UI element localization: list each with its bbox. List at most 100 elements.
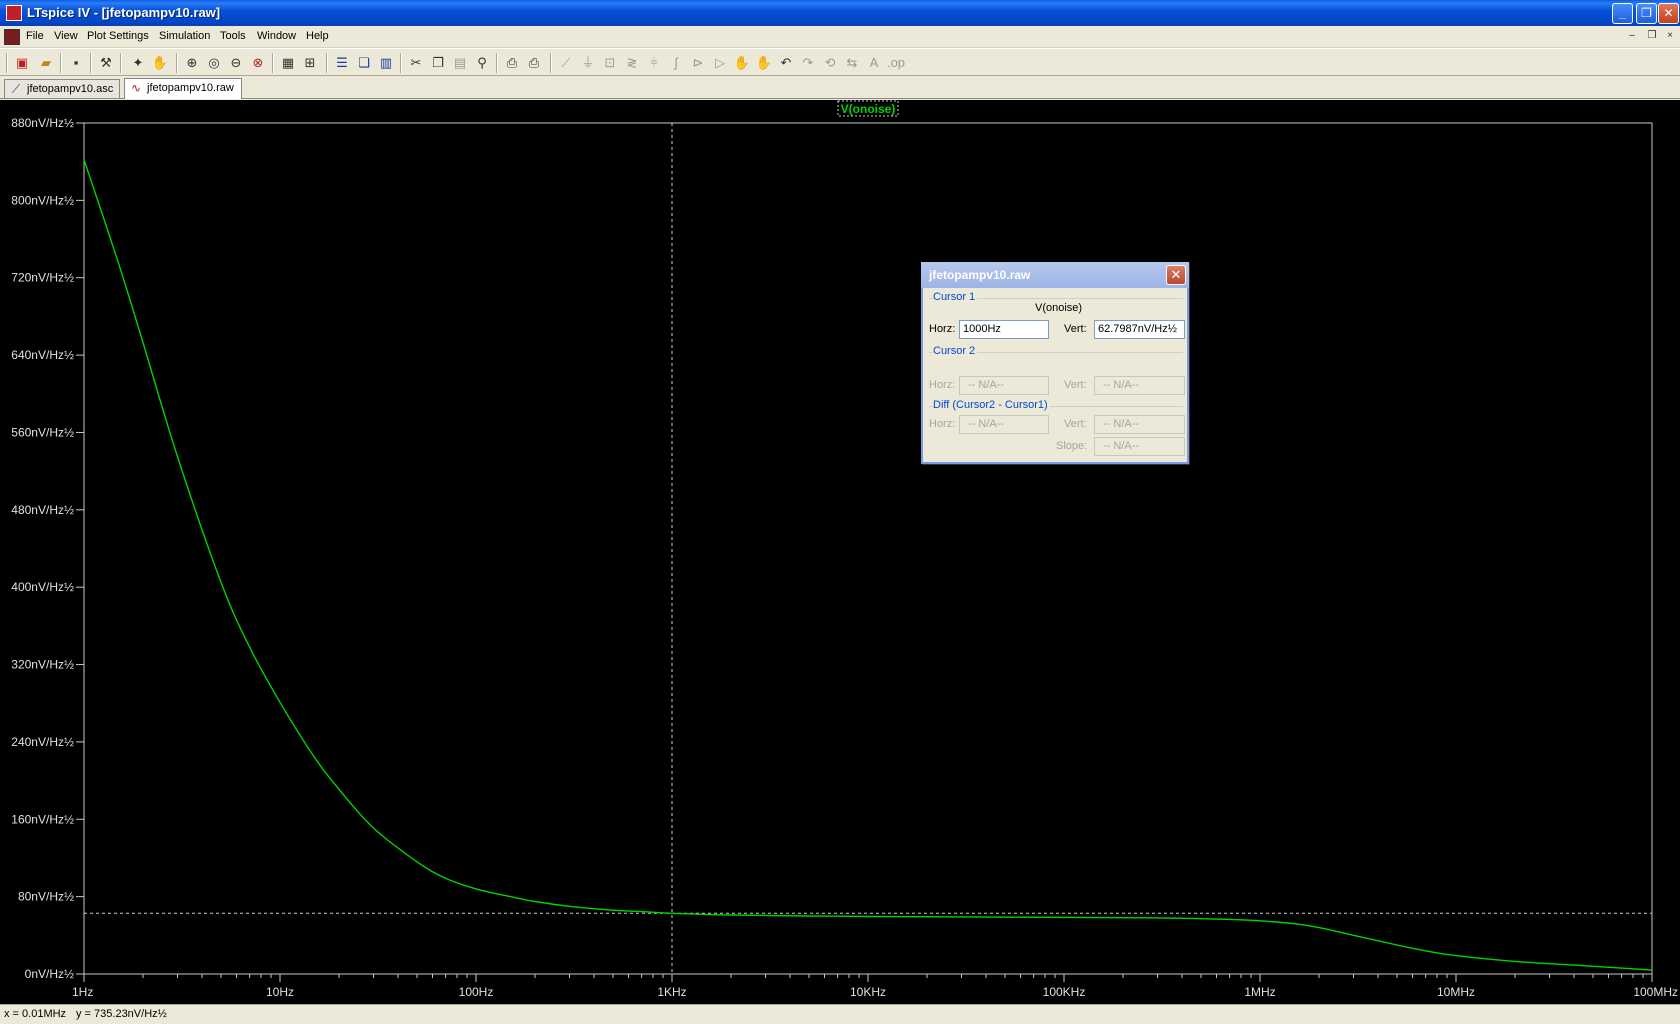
- diode-icon[interactable]: ⊳: [688, 53, 708, 73]
- y-tick-label: 480nV/Hz½: [11, 503, 74, 517]
- zoom-out-icon[interactable]: ⊖: [226, 53, 246, 73]
- label-net-icon[interactable]: ⊡: [600, 53, 620, 73]
- autorange-icon[interactable]: ▦: [278, 53, 298, 73]
- y-tick-label: 640nV/Hz½: [11, 348, 74, 362]
- run-icon[interactable]: ✦: [128, 53, 148, 73]
- document-icon[interactable]: [4, 29, 20, 45]
- zoom-full-icon[interactable]: ⊗: [248, 53, 268, 73]
- ltspice-app-icon[interactable]: [6, 5, 22, 21]
- y-tick-label: 720nV/Hz½: [11, 271, 74, 285]
- rotate-icon[interactable]: ⟲: [820, 53, 840, 73]
- y-tick-label: 240nV/Hz½: [11, 735, 74, 749]
- cursor-dialog: jfetopampv10.raw ✕ Cursor 1 V(onoise) Ho…: [921, 262, 1189, 464]
- pan-icon[interactable]: ◎: [204, 53, 224, 73]
- drag-icon[interactable]: ✋: [754, 53, 774, 73]
- undo-icon[interactable]: ↶: [776, 53, 796, 73]
- toolbar-separator: [550, 53, 552, 73]
- diff-vert-field: -- N/A--: [1094, 415, 1185, 434]
- menu-window[interactable]: Window: [257, 30, 296, 42]
- ground-icon[interactable]: ⏚: [578, 53, 598, 73]
- cursor2-vert-field: -- N/A--: [1094, 376, 1185, 395]
- waveform-plot-pane[interactable]: 0nV/Hz½ 80nV/Hz½ 160nV/Hz½ 240nV/Hz½ 320nV/H…: [0, 100, 1680, 1004]
- cursor1-horz-field[interactable]: 1000Hz: [959, 320, 1049, 339]
- mdi-close-button[interactable]: ×: [1662, 29, 1678, 44]
- diff-slope-label: Slope:: [1056, 440, 1088, 452]
- component-icon[interactable]: ▷: [710, 53, 730, 73]
- wire-icon[interactable]: ⟋: [556, 53, 576, 73]
- halt-icon[interactable]: ✋: [150, 53, 170, 73]
- toolbar-separator: [6, 53, 8, 73]
- save-icon[interactable]: ▪: [66, 53, 86, 73]
- tab-waveform[interactable]: ∿ jfetopampv10.raw: [124, 78, 242, 99]
- y-tick-label: 800nV/Hz½: [11, 193, 74, 207]
- menu-tools[interactable]: Tools: [220, 30, 246, 42]
- noise-plot-chart[interactable]: 0nV/Hz½ 80nV/Hz½ 160nV/Hz½ 240nV/Hz½ 320nV/H…: [0, 100, 1680, 1004]
- find-icon[interactable]: ⚲: [472, 53, 492, 73]
- toolbar-separator: [176, 53, 178, 73]
- title-bar: LTspice IV - [jfetopampv10.raw] _ ❐ ✕: [0, 0, 1680, 26]
- mirror-icon[interactable]: ⇆: [842, 53, 862, 73]
- cursor-dialog-title-bar[interactable]: jfetopampv10.raw ✕: [921, 262, 1189, 288]
- probe-icon[interactable]: ⊞: [300, 53, 320, 73]
- new-schematic-icon[interactable]: ▣: [12, 53, 32, 73]
- copy-icon[interactable]: ❐: [428, 53, 448, 73]
- toolbar-separator: [272, 53, 274, 73]
- close-window-button[interactable]: ✕: [1658, 3, 1679, 24]
- cursor1-vert-field[interactable]: 62.7987nV/Hz½: [1094, 320, 1185, 339]
- cut-icon[interactable]: ✂: [406, 53, 426, 73]
- redo-icon[interactable]: ↷: [798, 53, 818, 73]
- menu-help[interactable]: Help: [306, 30, 329, 42]
- cursor2-horz-label: Horz:: [929, 379, 956, 391]
- move-icon[interactable]: ✋: [732, 53, 752, 73]
- status-y-readout: y = 735.23nV/Hz½: [76, 1008, 167, 1020]
- text-icon[interactable]: A: [864, 53, 884, 73]
- tab-schematic[interactable]: ⟋ jfetopampv10.asc: [4, 79, 120, 98]
- cursor-dialog-close-button[interactable]: ✕: [1166, 265, 1186, 285]
- print-setup-icon[interactable]: ⎙: [502, 53, 522, 73]
- y-tick-label: 160nV/Hz½: [11, 812, 74, 826]
- diff-horz-label: Horz:: [929, 418, 956, 430]
- control-panel-icon[interactable]: ⚒: [96, 53, 116, 73]
- x-tick-label: 10MHz: [1437, 985, 1475, 999]
- x-tick-label: 1Hz: [72, 985, 93, 999]
- maximize-button[interactable]: ❐: [1636, 3, 1657, 24]
- resistor-icon[interactable]: ≷: [622, 53, 642, 73]
- menu-simulation[interactable]: Simulation: [159, 30, 210, 42]
- zoom-in-icon[interactable]: ⊕: [182, 53, 202, 73]
- mdi-restore-button[interactable]: ❐: [1644, 29, 1660, 44]
- capacitor-icon[interactable]: ⫩: [644, 53, 664, 73]
- tile-vertical-icon[interactable]: ▥: [376, 53, 396, 73]
- toolbar: ▣ ▰ ▪ ⚒ ✦ ✋ ⊕ ◎ ⊖ ⊗ ▦ ⊞ ☰ ❏ ▥ ✂ ❐ ▤ ⚲ ⎙ …: [0, 48, 1680, 76]
- cursor1-label: Cursor 1: [933, 291, 978, 303]
- schematic-icon: ⟋: [11, 82, 21, 96]
- toolbar-separator: [496, 53, 498, 73]
- y-tick-label: 880nV/Hz½: [11, 116, 74, 130]
- toolbar-separator: [60, 53, 62, 73]
- plot-frame: [83, 122, 1653, 975]
- y-tick-label: 400nV/Hz½: [11, 580, 74, 594]
- diff-label: Diff (Cursor2 - Cursor1): [933, 399, 1050, 411]
- status-x-readout: x = 0.01MHz: [4, 1008, 67, 1020]
- open-folder-icon[interactable]: ▰: [36, 53, 56, 73]
- mdi-minimize-button[interactable]: –: [1624, 29, 1640, 44]
- y-tick-label: 320nV/Hz½: [11, 658, 74, 672]
- menu-view[interactable]: View: [54, 30, 78, 42]
- x-tick-label: 100Hz: [459, 985, 494, 999]
- trace-v-onoise: [83, 159, 1653, 971]
- menu-plot-settings[interactable]: Plot Settings: [87, 30, 149, 42]
- x-tick-label: 100MHz: [1633, 985, 1678, 999]
- paste-icon[interactable]: ▤: [450, 53, 470, 73]
- cursor1-trace-name: V(onoise): [1035, 302, 1083, 314]
- window-title: LTspice IV - [jfetopampv10.raw]: [27, 5, 221, 20]
- x-tick-label: 1KHz: [657, 985, 686, 999]
- inductor-icon[interactable]: ∫: [666, 53, 686, 73]
- tile-horizontal-icon[interactable]: ☰: [332, 53, 352, 73]
- cascade-icon[interactable]: ❏: [354, 53, 374, 73]
- toolbar-separator: [400, 53, 402, 73]
- trace-legend-label[interactable]: V(onoise): [841, 102, 896, 116]
- spice-directive-icon[interactable]: .op: [886, 53, 906, 73]
- menu-file[interactable]: File: [26, 30, 44, 42]
- y-tick-label: 80nV/Hz½: [18, 890, 74, 904]
- print-icon[interactable]: ⎙: [524, 53, 544, 73]
- minimize-button[interactable]: _: [1612, 3, 1633, 24]
